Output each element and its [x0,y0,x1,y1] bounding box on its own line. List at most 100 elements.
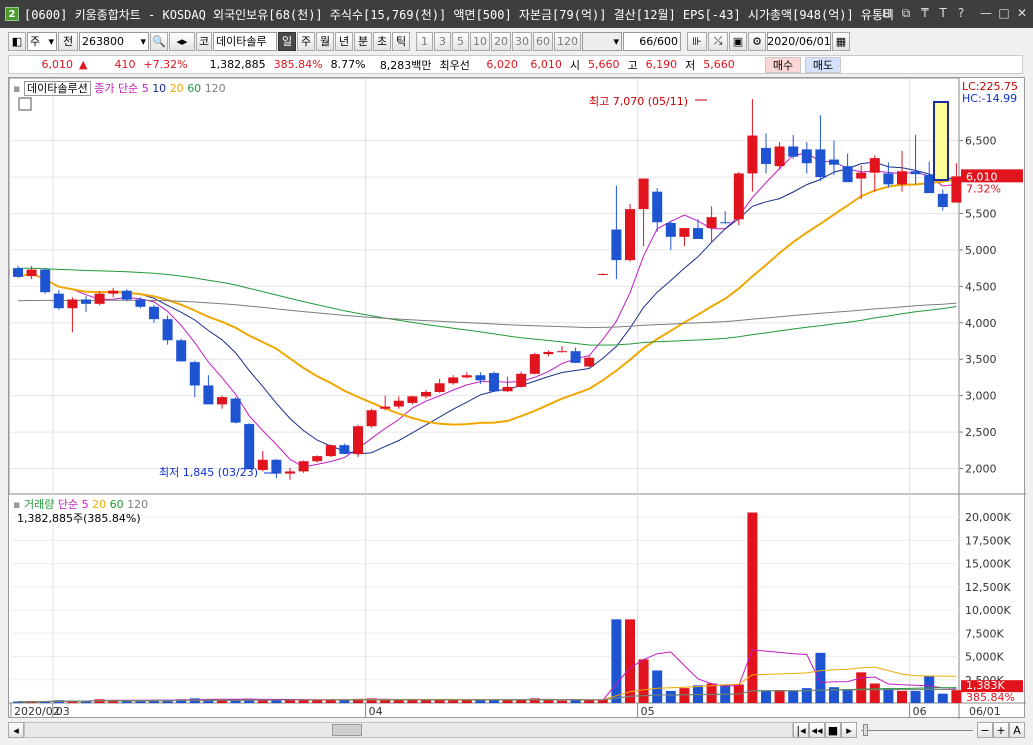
ma120-legend: 120 [204,82,226,95]
candle-body [393,400,404,407]
interval-button-5[interactable]: 5 [452,31,469,51]
low-value: 5,660 [703,58,735,71]
play-icon[interactable]: ▸ [841,722,857,738]
custom-interval-select[interactable]: ▾ [582,31,622,51]
low-label: 저 [685,58,696,72]
candle-body [217,397,227,405]
interval-button-20[interactable]: 20 [491,31,511,51]
volume-bar [937,693,948,703]
interval-button-120[interactable]: 120 [554,31,581,51]
rewind-icon[interactable]: ◂◂ [809,722,825,738]
candle-body [665,222,676,237]
speaker-icon[interactable]: ◂▸ [169,31,195,51]
candle-body [747,135,758,174]
period-tab-0[interactable]: 일 [278,31,296,51]
candle-body [203,385,214,405]
period-tab-2[interactable]: 월 [316,31,334,51]
market-select[interactable]: 주 ▾ [27,31,57,51]
candle-body [706,217,717,229]
candle-type-icon[interactable]: ⊪ [687,31,707,51]
candle-body [937,193,948,207]
last-pct-label: 7.32% [966,182,1001,195]
period-tab-6[interactable]: 틱 [392,31,410,51]
restore-icon[interactable]: ⊟ [880,6,894,20]
x-tick-label: 03 [56,705,70,718]
volume-bar [774,689,785,703]
gear-icon[interactable]: ⚙ [748,31,766,51]
best-bid: 6,010 [530,58,562,71]
candle-body [693,228,703,239]
prev-page-icon[interactable]: |◂ [793,722,809,738]
save-icon[interactable]: ▣ [729,31,747,51]
auto-icon[interactable]: A [1009,722,1025,738]
stop-icon[interactable]: ■ [825,722,841,738]
interval-button-10[interactable]: 10 [470,31,490,51]
maximize-icon[interactable]: □ [997,6,1011,20]
zoom-slider[interactable] [857,722,977,738]
interval-button-30[interactable]: 30 [512,31,532,51]
candle-body [611,229,622,261]
volume-bar [421,700,431,703]
scroll-thumb[interactable] [332,724,362,736]
candle-body [421,392,431,397]
interval-button-1[interactable]: 1 [416,31,433,51]
count-field[interactable]: 66/600 [623,31,681,51]
period-tab-5[interactable]: 초 [373,31,391,51]
horizontal-scrollbar[interactable] [24,722,793,738]
search-icon[interactable]: 🔍 [150,31,168,51]
low-annotation: 최저 1,845 (03/23) [159,466,258,479]
help-icon[interactable]: ? [954,6,968,20]
candle-body [761,147,771,164]
code-type-button[interactable]: 코 [196,31,212,51]
scroll-left-icon[interactable]: ◂ [8,722,24,738]
stock-legend-name[interactable]: 데이타솔루션 [23,81,91,96]
candle-body [230,398,241,423]
zoom-handle[interactable] [863,724,868,736]
ma-type-label: 종가 단순 [94,82,139,95]
buy-button[interactable]: 매수 [765,57,801,73]
prev-button[interactable]: 전 [58,31,78,51]
vol-tick-label: 10,000K [965,604,1011,617]
period-tab-4[interactable]: 분 [354,31,372,51]
x-tick-label: 06 [913,705,927,718]
price-legend: ▪ 데이타솔루션 종가 단순 5 10 20 60 120 [13,81,226,96]
code-input[interactable]: 263800 ▾ [79,31,149,51]
calendar-icon[interactable]: ▦ [832,31,850,51]
interval-button-3[interactable]: 3 [434,31,451,51]
candle-body [312,456,323,462]
y-tick-label: 3,000 [965,390,997,403]
date-field[interactable]: 2020/06/01 [767,31,831,51]
volume-bar [393,700,404,703]
period-tab-3[interactable]: 년 [335,31,353,51]
ma20-line [17,178,957,426]
zoom-out-icon[interactable]: − [977,722,993,738]
copy-icon[interactable]: ⧉ [899,6,913,20]
interval-button-60[interactable]: 60 [533,31,553,51]
close-icon[interactable]: ✕ [1015,6,1029,20]
candle-body [516,373,527,387]
minimize-icon[interactable]: — [979,6,993,20]
indicator-icon[interactable]: ⤯ [708,31,728,51]
volume-bar [883,688,894,703]
candle-body [502,386,513,392]
candle-body [815,149,826,178]
chart-area[interactable]: 2,000 2,500 3,000 3,500 4,000 4,500 5,000 5,500… [8,77,1026,719]
stock-name-field[interactable]: 데이타솔루 [213,31,277,51]
ma60-line [18,267,957,346]
sell-button[interactable]: 매도 [805,57,841,73]
layout-icon[interactable]: ◧ [8,31,26,51]
candle-body [801,149,812,164]
volume-value: 1,382,885 [209,58,266,71]
x-tick-label: 05 [641,705,655,718]
y-tick-label: 6,500 [965,135,997,148]
period-tab-1[interactable]: 주 [297,31,315,51]
chart-canvas[interactable]: 2,000 2,500 3,000 3,500 4,000 4,500 5,000 5,500… [9,78,1026,719]
zoom-in-icon[interactable]: + [993,722,1009,738]
volume-bar [584,700,595,703]
window-title: [0600] 키움종합차트 - KOSDAQ 외국인보유[68(천)] 주식수[… [24,7,894,22]
turnover-rate: 8.77% [330,58,366,71]
pin-icon[interactable]: ₸ [918,6,932,20]
font-icon[interactable]: T [936,6,950,20]
candle-body [176,340,187,362]
volume-bar [475,700,486,703]
